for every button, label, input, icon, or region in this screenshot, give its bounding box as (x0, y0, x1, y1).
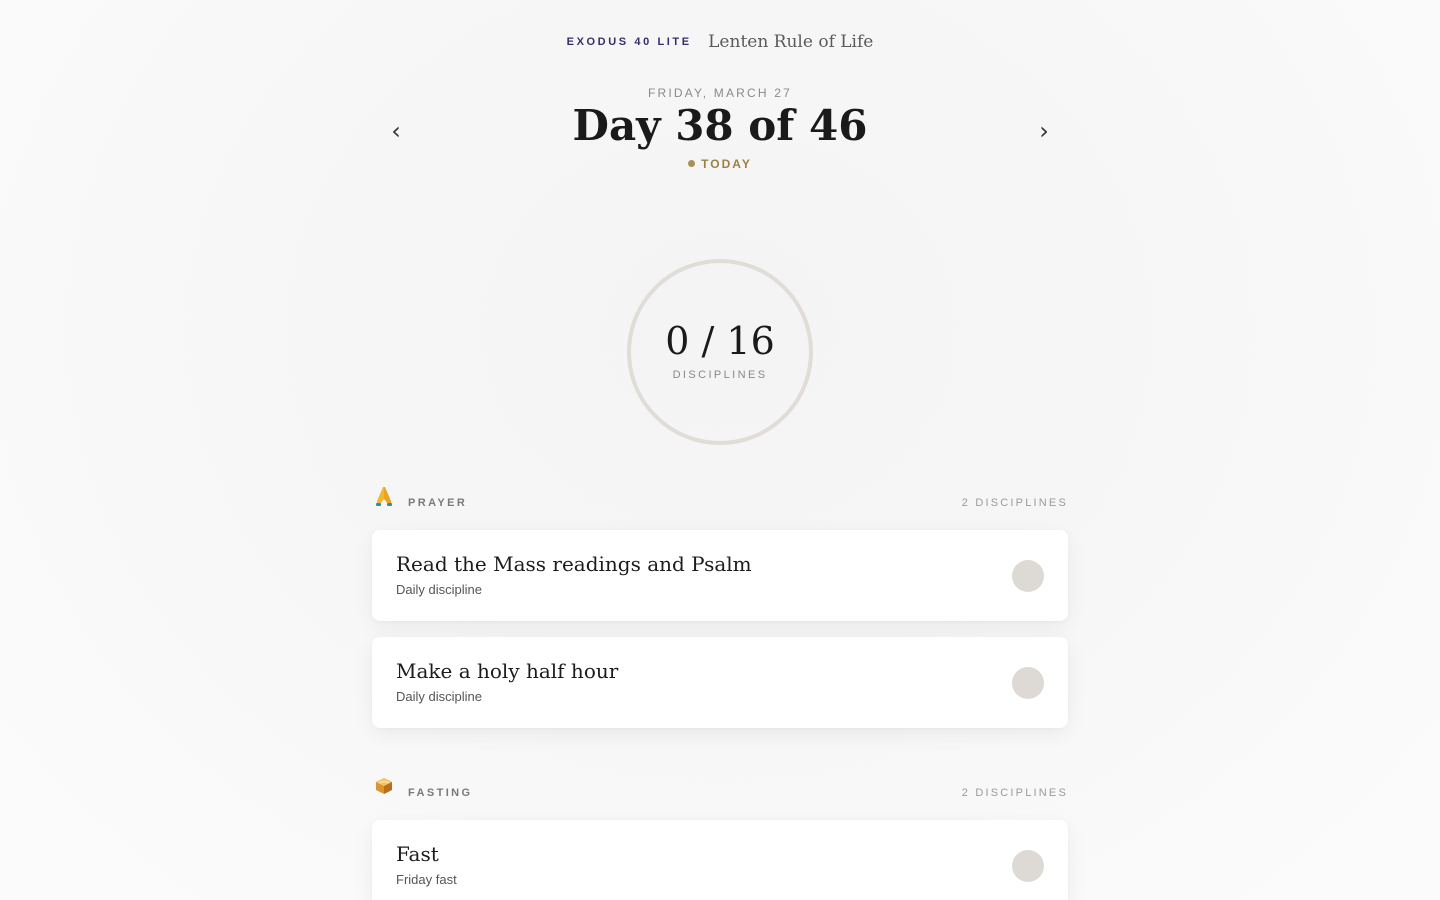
discipline-card[interactable]: Read the Mass readings and Psalm Daily d… (372, 530, 1068, 621)
discipline-card[interactable]: Make a holy half hour Daily discipline (372, 637, 1068, 728)
today-indicator: TODAY (0, 157, 1440, 171)
section-count: 2 DISCIPLINES (961, 497, 1068, 509)
section-header-prayer: PRAYER 2 DISCIPLINES (372, 487, 1068, 515)
discipline-title: Fast (396, 842, 439, 866)
app-title: Lenten Rule of Life (708, 32, 874, 52)
discipline-checkbox[interactable] (1012, 560, 1044, 592)
today-label: TODAY (701, 157, 752, 171)
discipline-subtitle: Daily discipline (396, 689, 482, 704)
discipline-subtitle: Daily discipline (396, 582, 482, 597)
chevron-right-icon: › (1039, 117, 1049, 145)
discipline-title: Make a holy half hour (396, 659, 619, 683)
discipline-checkbox[interactable] (1012, 667, 1044, 699)
app-header: EXODUS 40 LITE Lenten Rule of Life (0, 32, 1440, 52)
bread-icon (376, 778, 392, 794)
section-header-fasting: FASTING 2 DISCIPLINES (372, 778, 1068, 805)
progress-count: 0 / 16 (665, 319, 775, 363)
progress-label: DISCIPLINES (672, 369, 768, 381)
day-title: Day 38 of 46 (572, 101, 868, 150)
current-date: FRIDAY, MARCH 27 (647, 86, 793, 100)
section-count: 2 DISCIPLINES (961, 787, 1068, 799)
discipline-card[interactable]: Fast Friday fast (372, 820, 1068, 900)
discipline-subtitle: Friday fast (396, 872, 457, 887)
section-name: FASTING (408, 787, 473, 799)
app-name: EXODUS 40 LITE (566, 36, 692, 48)
discipline-checkbox[interactable] (1012, 850, 1044, 882)
next-day-button[interactable]: › (1032, 116, 1056, 146)
discipline-title: Read the Mass readings and Psalm (396, 552, 752, 576)
today-dot-icon (688, 160, 696, 167)
section-name: PRAYER (408, 497, 468, 509)
praying-hands-icon (376, 487, 392, 506)
